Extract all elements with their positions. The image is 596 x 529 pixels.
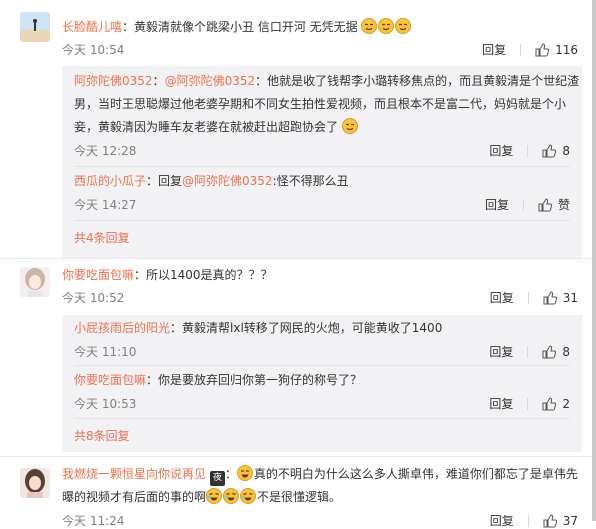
reply-divider (74, 220, 570, 221)
reply-button[interactable]: 回复 (482, 41, 506, 58)
reply-username[interactable]: 阿弥陀佛0352 (74, 74, 153, 88)
like-count: 116 (555, 42, 578, 57)
reply-body-line-2: 男，当时王思聪爆过他老婆孕期和不同女生拍性爱视频，而且根本不是富二代，妈妈就是个… (74, 97, 567, 111)
reply-separator: ： (152, 74, 165, 88)
more-replies-link[interactable]: 共4条回复 (74, 229, 130, 246)
comment-body-line-2-tail: 不是很懂逻辑。 (257, 490, 342, 504)
like-button[interactable]: 8 (542, 144, 570, 158)
reply-body-line-1: :怪不得那么丑 (272, 174, 349, 188)
comment-text: 我燃烧一颗恒星向你说再见 夜： 真的不明白为什么这么多人撕卓伟，难道你们都忘了是卓… (62, 463, 582, 486)
comment-username[interactable]: 你要吃面包嘛 (62, 268, 134, 282)
smirk-emoji-icon (361, 18, 378, 34)
thumbs-up-icon (542, 396, 557, 410)
like-count: 31 (562, 290, 578, 305)
reply-divider (74, 418, 570, 419)
comment-2: 你要吃面包嘛：所以1400是真的？？？ 今天 10:52 回复 31 小屁孩雨后… (0, 258, 592, 458)
comment-username[interactable]: 我燃烧一颗恒星向你说再见 (62, 467, 206, 481)
smirk-emoji-icon (395, 18, 412, 34)
reply-time: 今天 14:27 (74, 198, 137, 212)
reply-body-line-1: ：他就是收了钱帮李小璐转移焦点的，而且黄毅清是个世纪渣 (255, 74, 580, 88)
comment-username[interactable]: 长脸酷儿嘻 (62, 20, 122, 34)
divider (527, 291, 529, 304)
thumbs-up-icon (542, 143, 557, 157)
reply-username[interactable]: 你要吃面包嘛 (74, 373, 146, 387)
smirk-emoji-icon (341, 118, 358, 134)
like-button[interactable]: 8 (542, 345, 570, 359)
comment-body: ：所以1400是真的？？？ (134, 268, 273, 282)
more-replies-link[interactable]: 共8条回复 (74, 427, 130, 444)
reply-text-line-3: 妾，黄毅清因为睡车友老婆在就被赶出超跑协会了 (74, 116, 572, 138)
laugh-cry-emoji-icon (206, 488, 223, 504)
divider (527, 397, 529, 410)
like-label: 赞 (557, 198, 570, 212)
thumbs-up-icon (543, 290, 557, 304)
reply-button[interactable]: 回复 (485, 196, 509, 213)
scrollbar[interactable] (592, 0, 596, 521)
reply-divider (74, 365, 570, 366)
avatar[interactable] (20, 468, 50, 498)
avatar[interactable] (20, 12, 50, 42)
like-count: 8 (562, 143, 570, 158)
night-badge-icon: 夜 (209, 471, 225, 486)
like-button[interactable]: 2 (542, 397, 570, 411)
reply-text: 你要吃面包嘛：你是要放弃回归你第一狗仔的称号了？ (74, 369, 572, 391)
reply-separator: ：回复 (146, 174, 183, 188)
reply-time: 今天 10:53 (74, 397, 137, 411)
reply-text: 西瓜的小瓜子：回复@阿弥陀佛0352:怪不得那么丑 (74, 170, 572, 192)
divider (520, 43, 522, 56)
reply-username[interactable]: 小屁孩雨后的阳光 (74, 321, 170, 335)
comment-text: 你要吃面包嘛：所以1400是真的？？？ (62, 264, 582, 286)
like-button[interactable]: 116 (535, 43, 578, 57)
reply-button[interactable]: 回复 (489, 395, 513, 412)
reply-body-line-1: ：黄毅清帮lxl转移了网民的火炮，可能黄收了1400 (170, 321, 443, 335)
divider (527, 144, 529, 157)
smirk-emoji-icon (378, 18, 395, 34)
reply-list: 阿弥陀佛0352：@阿弥陀佛0352：他就是收了钱帮李小璐转移焦点的，而且黄毅清… (62, 66, 582, 258)
reply-button[interactable]: 回复 (489, 343, 513, 360)
reply-actions: 回复 8 (489, 343, 570, 360)
reply-divider (74, 166, 570, 167)
reply-time: 今天 11:10 (74, 345, 137, 359)
mention-link[interactable]: @阿弥陀佛0352 (182, 174, 273, 188)
reply-text: 小屁孩雨后的阳光：黄毅清帮lxl转移了网民的火炮，可能黄收了1400 (74, 317, 572, 339)
reply-button[interactable]: 回复 (490, 289, 514, 306)
reply-button[interactable]: 回复 (489, 142, 513, 159)
comment-body-line-1: 真的不明白为什么这么多人撕卓伟，难道你们都忘了是卓伟先 (253, 467, 578, 481)
reply-body-line-3: 妾，黄毅清因为睡车友老婆在就被赶出超跑协会了 (74, 120, 339, 134)
comment-separator: ： (224, 467, 237, 481)
reply-actions: 回复 赞 (485, 196, 570, 213)
reply-text: 阿弥陀佛0352：@阿弥陀佛0352：他就是收了钱帮李小璐转移焦点的，而且黄毅清… (74, 70, 579, 92)
reply-list: 小屁孩雨后的阳光：黄毅清帮lxl转移了网民的火炮，可能黄收了1400 今天 11… (62, 315, 582, 452)
like-count: 2 (562, 396, 570, 411)
like-button[interactable]: 赞 (538, 196, 570, 213)
divider (527, 345, 529, 358)
thumbs-up-icon (542, 344, 557, 358)
thumbs-up-icon (538, 197, 552, 211)
like-count: 8 (562, 344, 570, 359)
reply-time: 今天 12:28 (74, 144, 137, 158)
comment-time: 今天 10:52 (62, 291, 125, 305)
reply-body-line-1: ：你是要放弃回归你第一狗仔的称号了？ (146, 373, 363, 387)
comment-time: 今天 10:54 (62, 43, 125, 57)
comment-actions: 回复 116 (482, 41, 578, 58)
thumbs-up-icon (535, 42, 550, 56)
reply-actions: 回复 2 (489, 395, 570, 412)
comment-1: 长脸酷儿嘻：黄毅清就像个跳梁小丑 信口开河 无凭无据 今天 10:54 回复 1… (0, 0, 592, 258)
like-button[interactable]: 31 (543, 291, 578, 305)
comment-text-line-2: 曝的视频才有后面的事的啊 不是很懂逻辑。 (62, 486, 582, 508)
laugh-cry-emoji-icon (223, 488, 240, 504)
divider (522, 198, 524, 211)
mention-link[interactable]: @阿弥陀佛0352 (165, 74, 256, 88)
comment-actions: 回复 31 (490, 289, 578, 306)
reply-username[interactable]: 西瓜的小瓜子 (74, 174, 146, 188)
laugh-cry-emoji-icon (240, 488, 257, 504)
avatar[interactable] (20, 267, 50, 297)
grin-emoji-icon (236, 465, 253, 481)
comment-body: ：黄毅清就像个跳梁小丑 信口开河 无凭无据 (122, 20, 358, 34)
reply-actions: 回复 8 (489, 142, 570, 159)
comment-body-line-2: 曝的视频才有后面的事的啊 (62, 490, 207, 504)
comment-text: 长脸酷儿嘻：黄毅清就像个跳梁小丑 信口开河 无凭无据 (62, 16, 582, 38)
comment-3: 我燃烧一颗恒星向你说再见 夜： 真的不明白为什么这么多人撕卓伟，难道你们都忘了是卓… (0, 456, 592, 528)
